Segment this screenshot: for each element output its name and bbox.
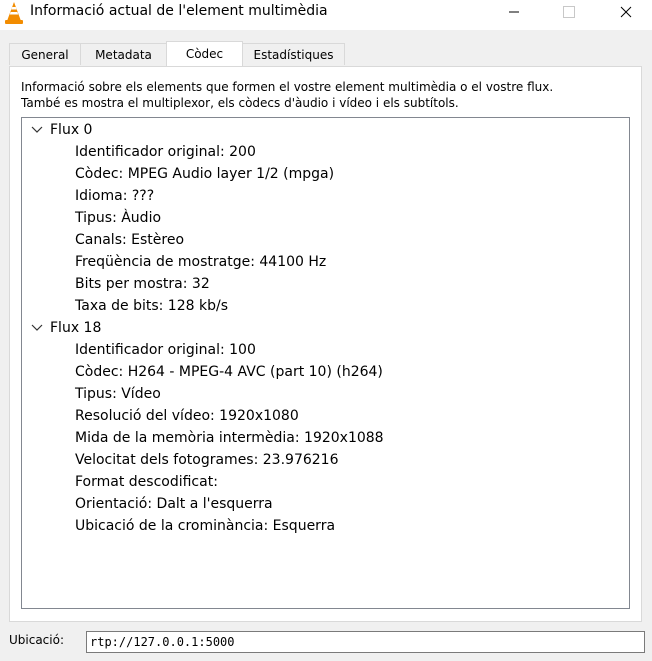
maximize-icon — [563, 6, 575, 18]
tree-node-label: Flux 18 — [50, 320, 102, 336]
tree-node-label: Flux 0 — [50, 122, 93, 138]
minimize-icon — [509, 11, 519, 13]
tab-metadata[interactable]: Metadata — [80, 43, 167, 65]
tree-item[interactable]: Orientació: Dalt a l'esquerra — [75, 493, 273, 515]
tab-codec[interactable]: Còdec — [166, 41, 243, 66]
close-icon — [620, 6, 632, 18]
title-bar: Informació actual de l'element multimèdi… — [0, 0, 652, 30]
tree-item[interactable]: Tipus: Àudio — [75, 207, 161, 229]
tree-item[interactable]: Ubicació de la crominància: Esquerra — [75, 515, 335, 537]
tree-item[interactable]: Idioma: ??? — [75, 185, 154, 207]
vlc-cone-icon — [5, 2, 23, 24]
window-title: Informació actual de l'element multimèdi… — [30, 3, 328, 19]
tree-item[interactable]: Resolució del vídeo: 1920x1080 — [75, 405, 299, 427]
tab-label: Metadata — [95, 47, 152, 62]
tab-general[interactable]: General — [9, 43, 81, 65]
chevron-down-icon[interactable] — [31, 125, 43, 135]
tree-item[interactable]: Tipus: Vídeo — [75, 383, 161, 405]
tab-label: General — [21, 47, 69, 62]
description-line: Informació sobre els elements que formen… — [21, 80, 554, 94]
location-label: Ubicació: — [9, 633, 65, 647]
codec-tree[interactable]: Flux 0 Identificador original: 200 Còdec… — [21, 117, 630, 609]
maximize-button[interactable] — [546, 0, 592, 24]
location-field[interactable] — [86, 631, 645, 653]
tab-label: Còdec — [185, 47, 224, 61]
tab-statistics[interactable]: Estadístiques — [242, 43, 345, 65]
tree-item[interactable]: Identificador original: 100 — [75, 339, 256, 361]
tree-item[interactable]: Còdec: MPEG Audio layer 1/2 (mpga) — [75, 163, 334, 185]
tree-item[interactable]: Canals: Estèreo — [75, 229, 184, 251]
tree-item[interactable]: Velocitat dels fotogrames: 23.976216 — [75, 449, 338, 471]
tree-item[interactable]: Format descodificat: — [75, 471, 218, 493]
tab-label: Estadístiques — [253, 47, 334, 62]
tree-item[interactable]: Taxa de bits: 128 kb/s — [75, 295, 228, 317]
minimize-button[interactable] — [491, 0, 537, 24]
chevron-down-icon[interactable] — [31, 323, 43, 333]
tree-item[interactable]: Identificador original: 200 — [75, 141, 256, 163]
tree-item[interactable]: Mida de la memòria intermèdia: 1920x1088 — [75, 427, 384, 449]
close-button[interactable] — [603, 0, 649, 24]
description-line: També es mostra el multiplexor, els còde… — [21, 96, 459, 110]
tree-item[interactable]: Freqüència de mostratge: 44100 Hz — [75, 251, 326, 273]
codec-description: Informació sobre els elements que formen… — [21, 79, 636, 111]
tree-item[interactable]: Bits per mostra: 32 — [75, 273, 210, 295]
tree-item[interactable]: Còdec: H264 - MPEG-4 AVC (part 10) (h264… — [75, 361, 383, 383]
